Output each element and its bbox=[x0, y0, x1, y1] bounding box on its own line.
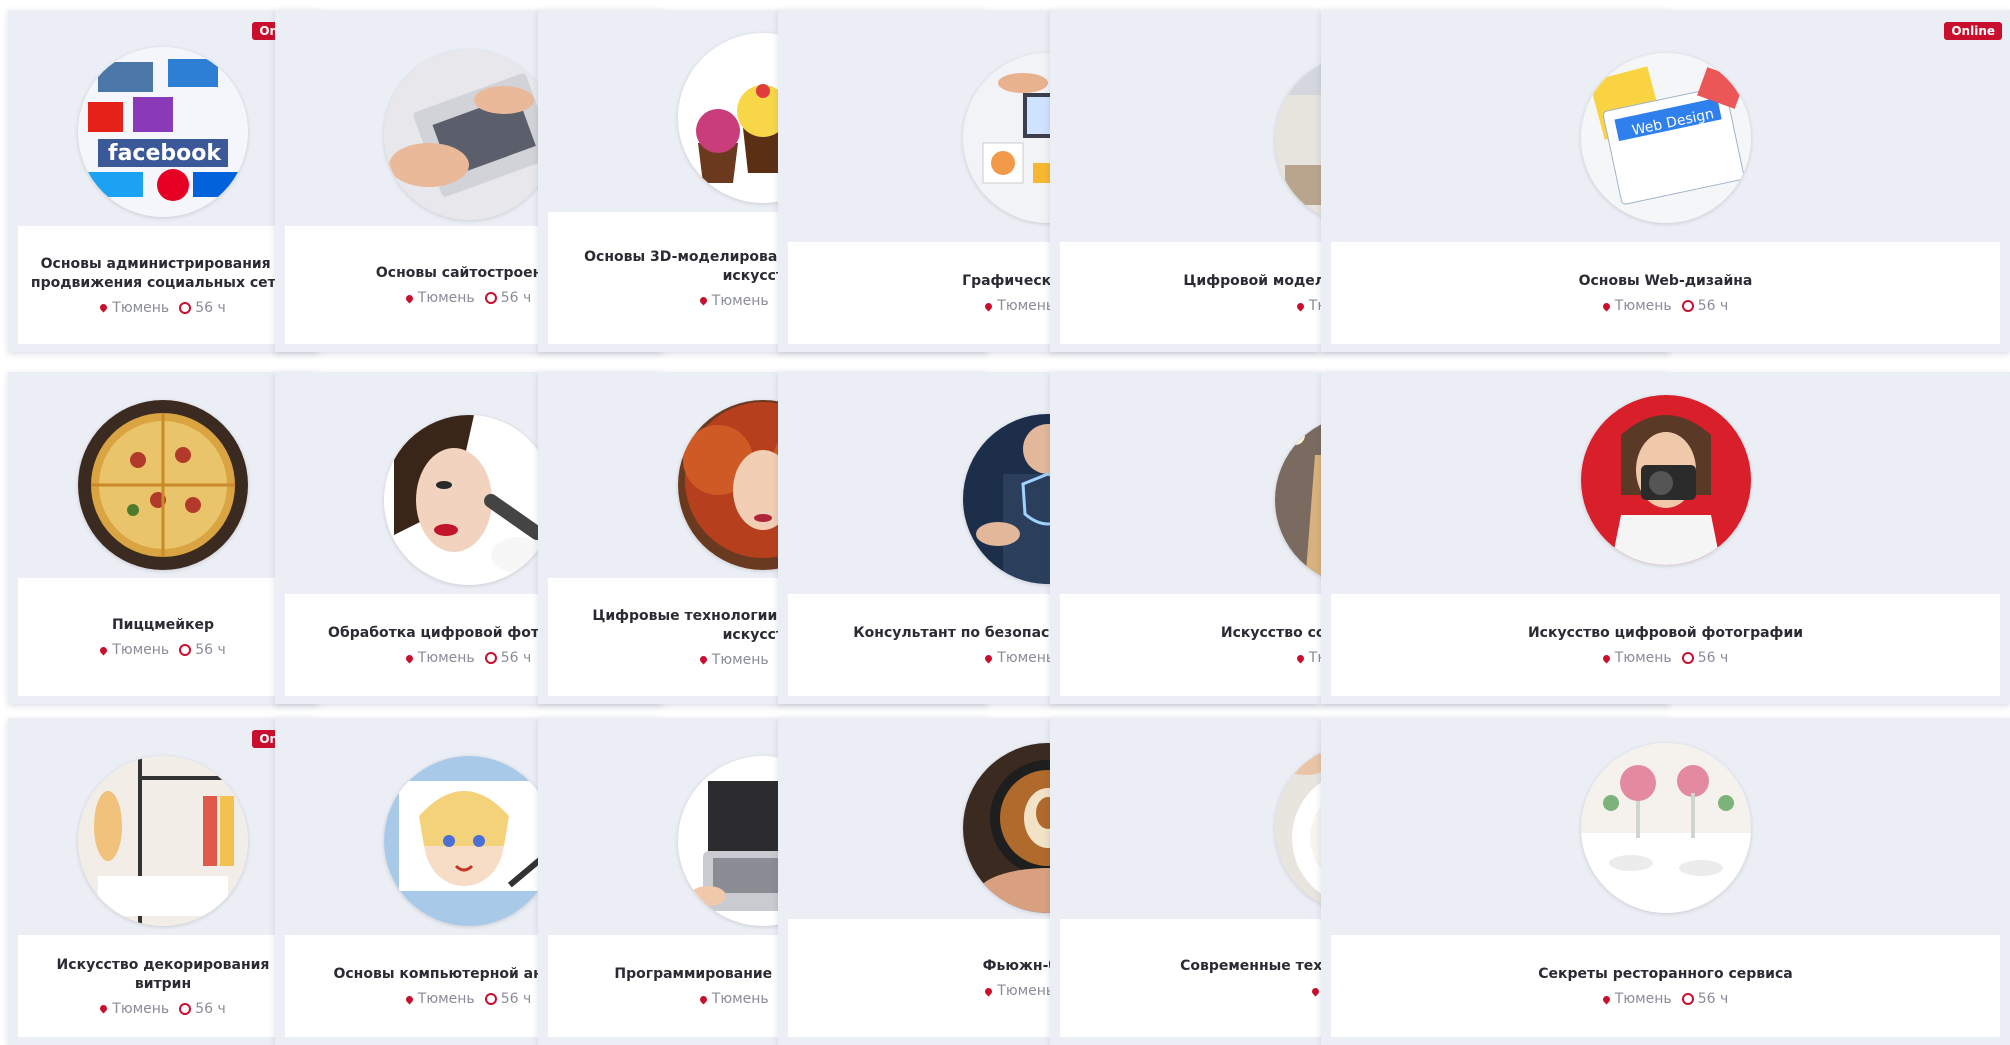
clock-icon bbox=[484, 652, 497, 664]
course-card[interactable]: Секреты ресторанного сервиса Тюмень 56 ч bbox=[1321, 718, 2010, 1045]
course-city: Тюмень bbox=[112, 299, 170, 316]
course-meta: Тюмень 56 ч bbox=[404, 991, 532, 1007]
course-title[interactable]: Пиццмейкер bbox=[112, 616, 214, 635]
course-city: Тюмень bbox=[711, 991, 769, 1007]
course-meta: Тюмень 56 ч bbox=[1601, 991, 1729, 1007]
course-card[interactable]: OnlineИскусство декорирования витринТюме… bbox=[8, 718, 318, 1045]
location-pin-icon bbox=[98, 645, 109, 655]
location-pin-icon bbox=[1310, 986, 1321, 996]
course-hours: 56 ч bbox=[195, 1000, 226, 1017]
course-city: Тюмень bbox=[997, 983, 1055, 999]
course-city: Тюмень bbox=[711, 292, 769, 309]
course-hours: 56 ч bbox=[1697, 991, 1729, 1007]
course-city: Тюмень bbox=[1614, 991, 1672, 1007]
clock-icon bbox=[1681, 993, 1694, 1005]
course-card[interactable]: Online Web Design Основы Web-дизайна Тюмень… bbox=[1321, 10, 2010, 352]
pizza-photo[interactable] bbox=[78, 400, 248, 570]
location-pin-icon bbox=[983, 986, 994, 996]
course-info: Основы Web-дизайна Тюмень 56 ч bbox=[1331, 242, 2000, 344]
location-pin-icon bbox=[404, 293, 415, 303]
course-city: Тюмень bbox=[1614, 298, 1672, 314]
showroom-photo[interactable] bbox=[78, 756, 248, 926]
course-hours: 56 ч bbox=[195, 299, 226, 316]
location-pin-icon bbox=[98, 1003, 109, 1014]
course-city: Тюмень bbox=[417, 991, 475, 1007]
location-pin-icon bbox=[698, 994, 709, 1004]
course-hours: 56 ч bbox=[500, 290, 532, 306]
course-info: Пиццмейкер Тюмень 56 ч bbox=[18, 578, 308, 696]
course-info: Искусство цифровой фотографии Тюмень 56 ч bbox=[1331, 594, 2000, 696]
location-pin-icon bbox=[404, 653, 415, 663]
location-pin-icon bbox=[1601, 994, 1612, 1004]
web-design-photo[interactable]: Web Design bbox=[1581, 53, 1751, 223]
course-city: Тюмень bbox=[711, 651, 769, 668]
clock-icon bbox=[179, 1002, 192, 1015]
course-info: Искусство декорирования витрин Тюмень 56 ч bbox=[18, 935, 308, 1037]
location-pin-icon bbox=[983, 301, 994, 311]
course-title[interactable]: Искусство цифровой фотографии bbox=[1528, 624, 1803, 643]
course-city: Тюмень bbox=[417, 290, 475, 306]
course-title[interactable]: Основы администрирования и продвижения с… bbox=[30, 255, 296, 293]
clock-icon bbox=[179, 644, 192, 656]
photographer-photo[interactable] bbox=[1581, 395, 1751, 565]
clock-icon bbox=[179, 301, 192, 314]
course-title[interactable]: Основы Web-дизайна bbox=[1579, 272, 1753, 291]
course-city: Тюмень bbox=[112, 642, 170, 658]
course-meta: Тюмень 56 ч bbox=[98, 642, 226, 658]
laptop-typing-photo[interactable] bbox=[384, 50, 554, 220]
course-info: Основы администрирования и продвижения с… bbox=[18, 226, 308, 344]
course-hours: 56 ч bbox=[500, 991, 532, 1007]
course-city: Тюмень bbox=[997, 298, 1055, 314]
svg-text:facebook: facebook bbox=[108, 141, 222, 166]
course-hours: 56 ч bbox=[195, 642, 226, 658]
course-city: Тюмень bbox=[997, 650, 1055, 666]
location-pin-icon bbox=[1295, 301, 1306, 311]
course-card[interactable]: OnlinefacebookОсновы администрирования и… bbox=[8, 10, 318, 352]
course-title[interactable]: Основы сайтостроения bbox=[376, 264, 561, 283]
location-pin-icon bbox=[983, 653, 994, 663]
location-pin-icon bbox=[698, 295, 709, 306]
course-hours: 56 ч bbox=[1697, 298, 1729, 314]
clock-icon bbox=[484, 292, 497, 304]
course-hours: 56 ч bbox=[1697, 650, 1729, 666]
clock-icon bbox=[1681, 652, 1694, 664]
course-meta: Тюмень 56 ч bbox=[98, 1000, 226, 1017]
location-pin-icon bbox=[98, 302, 109, 313]
location-pin-icon bbox=[1601, 653, 1612, 663]
social-media-logos-photo[interactable]: facebook bbox=[78, 47, 248, 217]
location-pin-icon bbox=[698, 654, 709, 665]
location-pin-icon bbox=[404, 994, 415, 1004]
course-meta: Тюмень 56 ч bbox=[404, 650, 532, 666]
course-meta: Тюмень 56 ч bbox=[404, 290, 532, 306]
location-pin-icon bbox=[1601, 301, 1612, 311]
online-badge: Online bbox=[1944, 22, 2002, 40]
course-card[interactable]: Пиццмейкер Тюмень 56 ч bbox=[8, 372, 318, 704]
course-meta: Тюмень 56 ч bbox=[1601, 298, 1729, 314]
banquet-table-photo[interactable] bbox=[1581, 743, 1751, 913]
course-meta: Тюмень 56 ч bbox=[1601, 650, 1729, 666]
course-title[interactable]: Секреты ресторанного сервиса bbox=[1538, 965, 1792, 984]
course-hours: 56 ч bbox=[500, 650, 532, 666]
anime-drawing-photo[interactable] bbox=[384, 756, 554, 926]
course-city: Тюмень bbox=[417, 650, 475, 666]
course-grid: Online facebook Основы администрирования и… bbox=[0, 0, 2010, 1045]
course-info: Секреты ресторанного сервиса Тюмень 56 ч bbox=[1331, 935, 2000, 1037]
location-pin-icon bbox=[1295, 653, 1306, 663]
retouch-face-photo[interactable] bbox=[384, 415, 554, 585]
course-card[interactable]: Искусство цифровой фотографии Тюмень 56 ч bbox=[1321, 372, 2010, 704]
course-meta: Тюмень 56 ч bbox=[98, 299, 226, 316]
course-city: Тюмень bbox=[112, 1000, 170, 1017]
course-city: Тюмень bbox=[1614, 650, 1672, 666]
clock-icon bbox=[484, 993, 497, 1005]
course-title[interactable]: Искусство декорирования витрин bbox=[30, 956, 296, 994]
clock-icon bbox=[1681, 300, 1694, 312]
